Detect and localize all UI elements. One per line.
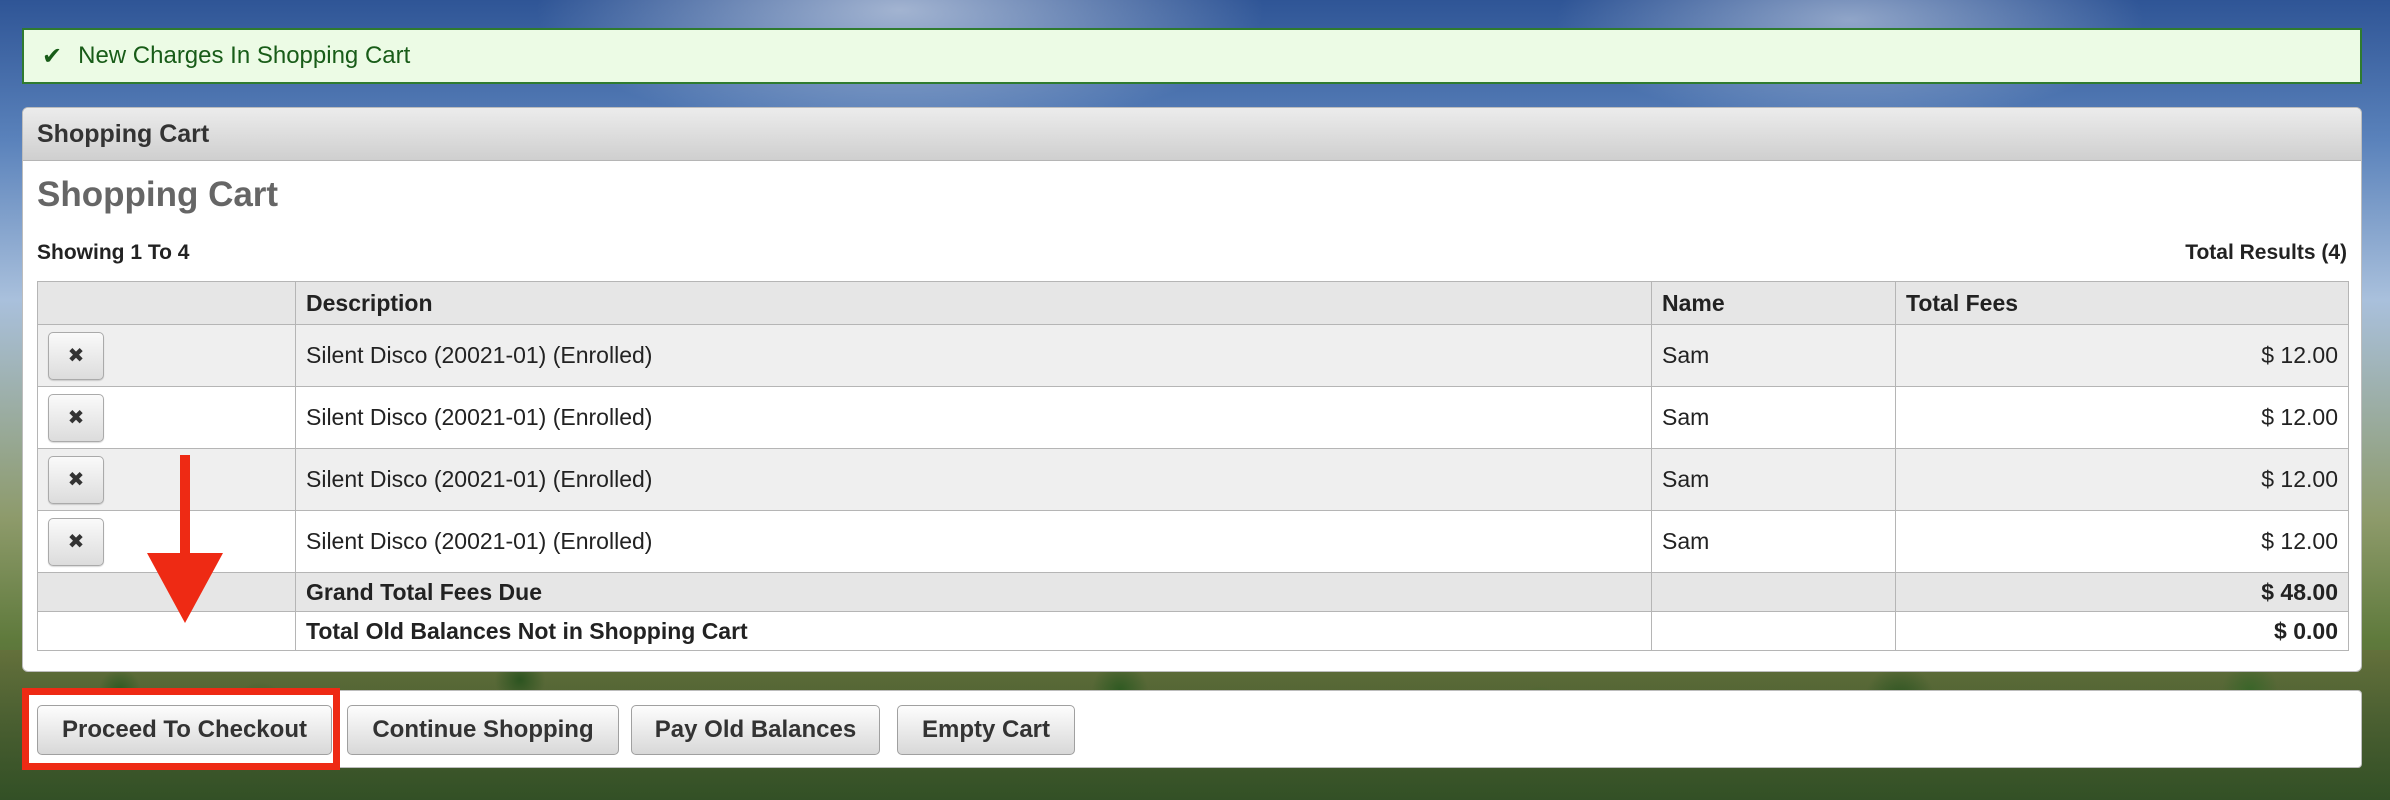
old-balances-label: Total Old Balances Not in Shopping Cart — [295, 611, 1652, 651]
close-icon: ✖ — [67, 469, 85, 491]
down-arrow-icon — [147, 455, 223, 623]
cart-table: Description Name Total Fees ✖ Silent Dis… — [37, 281, 2349, 651]
old-balances-value: $ 0.00 — [1895, 611, 2349, 651]
grand-total-row: Grand Total Fees Due $ 48.00 — [37, 572, 2349, 612]
table-row: ✖ Silent Disco (20021-01) (Enrolled) Sam… — [37, 386, 2349, 449]
remove-item-button[interactable]: ✖ — [48, 331, 104, 380]
remove-item-button[interactable]: ✖ — [48, 455, 104, 504]
empty-cart-button[interactable]: Empty Cart — [897, 705, 1075, 755]
header-actions — [37, 281, 296, 325]
table-row: ✖ Silent Disco (20021-01) (Enrolled) Sam… — [37, 448, 2349, 511]
success-alert: ✔ New Charges In Shopping Cart — [22, 28, 2362, 84]
item-name: Sam — [1651, 324, 1896, 387]
remove-item-button[interactable]: ✖ — [48, 517, 104, 566]
action-button-bar: Proceed To Checkout Continue Shopping Pa… — [22, 690, 2362, 768]
check-icon: ✔ — [42, 42, 63, 70]
close-icon: ✖ — [67, 407, 85, 429]
item-name: Sam — [1651, 448, 1896, 511]
item-fee: $ 12.00 — [1895, 448, 2349, 511]
panel-header: Shopping Cart — [23, 108, 2361, 161]
shopping-cart-panel: Shopping Cart Shopping Cart Showing 1 To… — [22, 107, 2362, 672]
page-title: Shopping Cart — [37, 175, 279, 214]
results-summary: Showing 1 To 4 Total Results (4) — [37, 241, 2347, 265]
item-fee: $ 12.00 — [1895, 386, 2349, 449]
item-fee: $ 12.00 — [1895, 510, 2349, 573]
item-name: Sam — [1651, 510, 1896, 573]
header-description: Description — [295, 281, 1652, 325]
table-row: ✖ Silent Disco (20021-01) (Enrolled) Sam… — [37, 510, 2349, 573]
header-total-fees: Total Fees — [1895, 281, 2349, 325]
header-name: Name — [1651, 281, 1896, 325]
item-name: Sam — [1651, 386, 1896, 449]
grand-total-value: $ 48.00 — [1895, 572, 2349, 612]
item-description: Silent Disco (20021-01) (Enrolled) — [295, 510, 1652, 573]
showing-range: Showing 1 To 4 — [37, 241, 190, 264]
continue-shopping-button[interactable]: Continue Shopping — [347, 705, 619, 755]
alert-text: New Charges In Shopping Cart — [78, 42, 411, 69]
item-description: Silent Disco (20021-01) (Enrolled) — [295, 324, 1652, 387]
remove-item-button[interactable]: ✖ — [48, 393, 104, 442]
close-icon: ✖ — [67, 345, 85, 367]
proceed-to-checkout-button[interactable]: Proceed To Checkout — [37, 705, 332, 755]
item-description: Silent Disco (20021-01) (Enrolled) — [295, 386, 1652, 449]
total-results: Total Results (4) — [2185, 241, 2347, 264]
item-description: Silent Disco (20021-01) (Enrolled) — [295, 448, 1652, 511]
table-row: ✖ Silent Disco (20021-01) (Enrolled) Sam… — [37, 324, 2349, 387]
item-fee: $ 12.00 — [1895, 324, 2349, 387]
old-balances-row: Total Old Balances Not in Shopping Cart … — [37, 611, 2349, 651]
close-icon: ✖ — [67, 531, 85, 553]
pay-old-balances-button[interactable]: Pay Old Balances — [631, 705, 880, 755]
grand-total-label: Grand Total Fees Due — [295, 572, 1652, 612]
table-header-row: Description Name Total Fees — [37, 281, 2349, 325]
